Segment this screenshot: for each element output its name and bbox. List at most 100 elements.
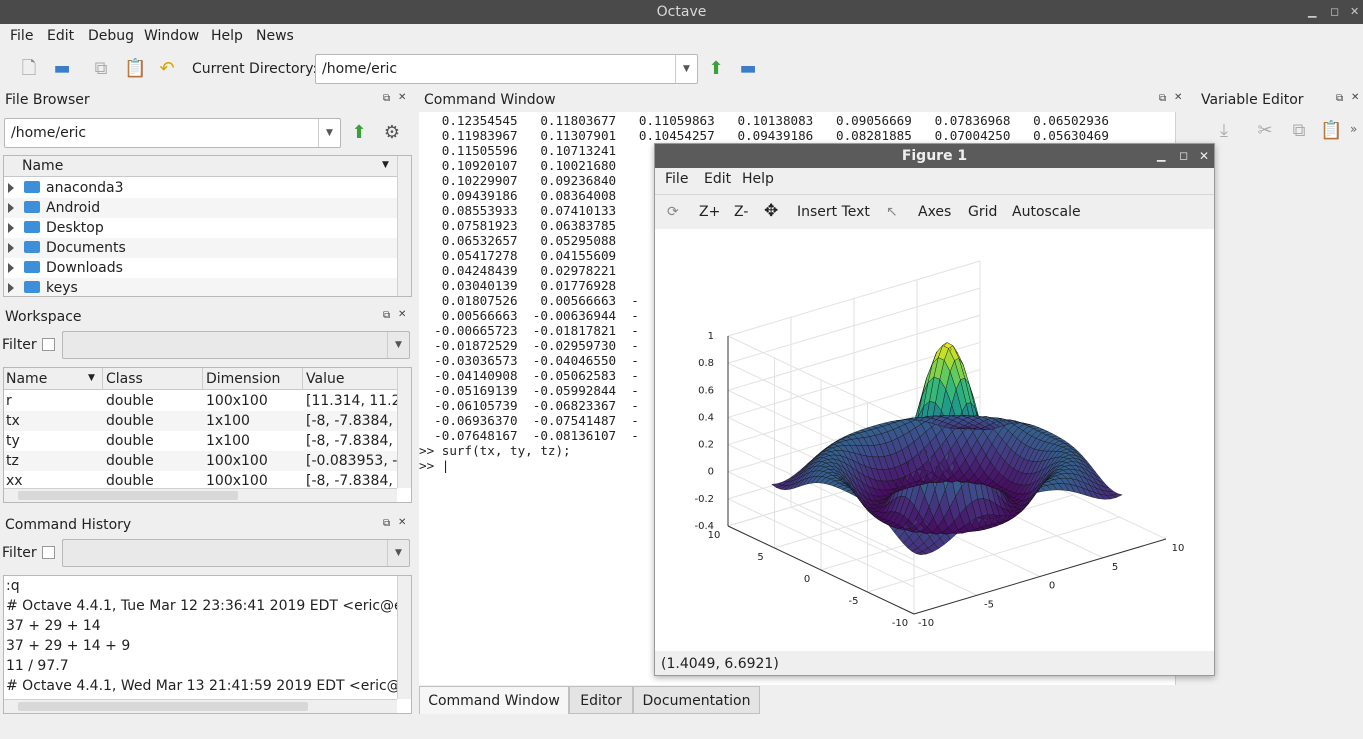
table-row[interactable]: tz double 100x100 [-0.083953, -...: [4, 451, 398, 471]
menu-edit[interactable]: Edit: [47, 28, 74, 44]
undock-icon[interactable]: ⧉: [1336, 93, 1343, 104]
paste-icon[interactable]: 📋: [124, 58, 146, 80]
minimize-icon[interactable]: ▁: [1308, 0, 1316, 24]
save-icon[interactable]: ⤓: [1213, 120, 1235, 142]
list-item[interactable]: Desktop: [4, 218, 397, 238]
undock-icon[interactable]: ⧉: [383, 518, 390, 529]
vertical-scrollbar[interactable]: [397, 156, 411, 296]
close-icon[interactable]: ✕: [1350, 0, 1359, 24]
close-panel-icon[interactable]: ✕: [1174, 92, 1182, 103]
vertical-scrollbar[interactable]: [397, 368, 411, 488]
undock-icon[interactable]: ⧉: [383, 93, 390, 104]
autoscale-button[interactable]: Autoscale: [1012, 204, 1081, 220]
sort-icon[interactable]: ▼: [88, 373, 95, 383]
close-panel-icon[interactable]: ✕: [398, 309, 406, 320]
column-value[interactable]: Value: [306, 371, 344, 387]
table-row[interactable]: tx double 1x100 [-8, -7.8384, -...: [4, 411, 398, 431]
pan-icon[interactable]: ✥: [764, 201, 778, 221]
cut-icon[interactable]: ✂: [1254, 120, 1276, 142]
file-tree-header[interactable]: Name ▼: [4, 156, 397, 177]
file-browser-path[interactable]: /home/eric ▼: [4, 118, 341, 148]
column-name[interactable]: Name: [6, 371, 47, 387]
axes-button[interactable]: Axes: [918, 204, 951, 220]
undo-icon[interactable]: ↶: [156, 58, 178, 80]
parent-directory-icon[interactable]: ⬆: [705, 58, 727, 80]
undock-icon[interactable]: ⧉: [1159, 93, 1166, 104]
sort-icon[interactable]: ▼: [382, 160, 389, 170]
list-item[interactable]: :q: [4, 576, 397, 596]
menu-file[interactable]: File: [10, 28, 33, 44]
new-file-icon[interactable]: 🗋: [18, 58, 40, 80]
maximize-icon[interactable]: ◻: [1330, 0, 1339, 24]
column-dimension[interactable]: Dimension: [206, 371, 280, 387]
figure-menu-edit[interactable]: Edit: [704, 171, 731, 187]
insert-text-button[interactable]: Insert Text: [797, 204, 870, 220]
column-name[interactable]: Name: [22, 158, 63, 174]
close-panel-icon[interactable]: ✕: [398, 92, 406, 103]
history-filter-input[interactable]: ▼: [62, 539, 410, 567]
workspace-filter-checkbox[interactable]: [42, 338, 55, 351]
copy-icon[interactable]: ⧉: [1288, 120, 1310, 142]
expand-icon[interactable]: [8, 283, 14, 293]
list-item[interactable]: 37 + 29 + 14 + 9: [4, 636, 397, 656]
scroll-thumb[interactable]: [18, 491, 238, 500]
chevron-down-icon[interactable]: ▼: [318, 119, 340, 147]
menu-help[interactable]: Help: [211, 28, 243, 44]
list-item[interactable]: 37 + 29 + 14: [4, 616, 397, 636]
list-item[interactable]: Documents: [4, 238, 397, 258]
close-panel-icon[interactable]: ✕: [1351, 92, 1359, 103]
list-item[interactable]: 11 / 97.7: [4, 656, 397, 676]
chevron-down-icon[interactable]: ▼: [675, 55, 697, 83]
parent-directory-icon[interactable]: ⬆: [348, 122, 370, 144]
grid-button[interactable]: Grid: [968, 204, 997, 220]
rotate-icon[interactable]: ⟳: [667, 204, 679, 220]
list-item[interactable]: # Octave 4.4.1, Tue Mar 12 23:36:41 2019…: [4, 596, 397, 616]
menu-debug[interactable]: Debug: [88, 28, 134, 44]
chevron-down-icon[interactable]: ▼: [387, 540, 409, 566]
figure-window[interactable]: Figure 1 ▁ ◻ ✕ File Edit Help ⟳ Z+ Z- ✥ …: [654, 143, 1215, 676]
expand-icon[interactable]: [8, 263, 14, 273]
menu-window[interactable]: Window: [144, 28, 199, 44]
list-item[interactable]: Android: [4, 198, 397, 218]
figure-menu-file[interactable]: File: [665, 171, 688, 187]
expand-icon[interactable]: [8, 223, 14, 233]
zoom-in-button[interactable]: Z+: [699, 204, 720, 220]
surface-plot[interactable]: 10.80.60.40.20-0.2-0.41050-5-10 -10-50510: [655, 229, 1214, 651]
table-row[interactable]: ty double 1x100 [-8, -7.8384, -...: [4, 431, 398, 451]
scroll-thumb[interactable]: [18, 702, 308, 711]
menu-news[interactable]: News: [256, 28, 294, 44]
list-item[interactable]: keys: [4, 278, 397, 296]
list-item[interactable]: # Octave 4.4.1, Wed Mar 13 21:41:59 2019…: [4, 676, 397, 696]
column-class[interactable]: Class: [106, 371, 143, 387]
browse-directory-icon[interactable]: ▬: [737, 58, 759, 80]
cursor-icon[interactable]: ↖: [886, 204, 898, 220]
copy-icon[interactable]: ⧉: [90, 58, 112, 80]
close-icon[interactable]: ✕: [1199, 144, 1209, 168]
expand-icon[interactable]: [8, 243, 14, 253]
maximize-icon[interactable]: ◻: [1179, 144, 1188, 168]
tab-documentation[interactable]: Documentation: [633, 686, 760, 714]
list-item[interactable]: Downloads: [4, 258, 397, 278]
table-row[interactable]: r double 100x100 [11.314, 11.2...: [4, 391, 398, 411]
workspace-filter-input[interactable]: ▼: [62, 331, 410, 359]
list-item[interactable]: anaconda3: [4, 178, 397, 198]
horizontal-scrollbar[interactable]: [4, 488, 397, 502]
vertical-scrollbar[interactable]: [397, 576, 411, 699]
figure-menu-help[interactable]: Help: [742, 171, 774, 187]
history-filter-checkbox[interactable]: [42, 546, 55, 559]
expand-icon[interactable]: [8, 203, 14, 213]
tab-editor[interactable]: Editor: [569, 686, 633, 714]
horizontal-scrollbar[interactable]: [4, 699, 397, 713]
zoom-out-button[interactable]: Z-: [734, 204, 748, 220]
undock-icon[interactable]: ⧉: [383, 310, 390, 321]
gear-icon[interactable]: ⚙: [381, 122, 403, 144]
minimize-icon[interactable]: ▁: [1157, 144, 1165, 168]
chevron-down-icon[interactable]: ▼: [387, 332, 409, 358]
plot-canvas[interactable]: 1 0.8 0.6 0.4 0.2 0 -0.2 -0.4 10 5 0 -5 -10 -10 -5 0 5 10: [655, 229, 1214, 651]
tab-command-window[interactable]: Command Window: [419, 686, 569, 714]
close-panel-icon[interactable]: ✕: [398, 517, 406, 528]
open-folder-icon[interactable]: ▬: [51, 58, 73, 80]
current-directory-combo[interactable]: /home/eric ▼: [315, 54, 698, 84]
expand-icon[interactable]: [8, 183, 14, 193]
more-icon[interactable]: »: [1350, 122, 1357, 136]
